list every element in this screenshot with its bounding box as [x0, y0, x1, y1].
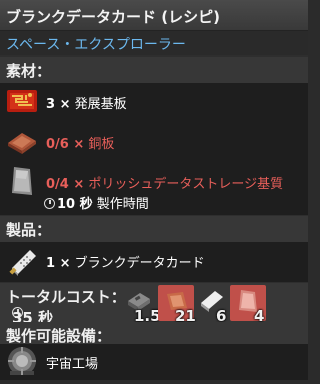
product-name: ブランクデータカード	[74, 256, 205, 271]
made-in-list: 宇宙工場	[0, 344, 308, 380]
ingredient-name: 発展基板	[74, 97, 127, 112]
copper-plate-icon	[8, 133, 36, 154]
cost-item: 21	[158, 285, 196, 325]
cost-item: 6	[194, 285, 230, 325]
ingredient-name: 銅板	[88, 137, 115, 152]
ingredient-name: ポリッシュデータストレージ基質	[88, 177, 284, 192]
ingredients-list: 3 × 発展基板 0/6 × 銅板 0/4 × ポリッシュデータストレージ基質 …	[0, 83, 308, 215]
cost-item: 4	[230, 285, 266, 325]
recipe-category: スペース・エクスプローラー	[6, 37, 186, 53]
ingredient-text: 0/6 × 銅板	[46, 133, 114, 152]
blank-data-card-icon	[9, 250, 36, 276]
machine-row: 宇宙工場	[0, 344, 308, 384]
advanced-circuit-icon	[7, 90, 37, 112]
title-bar: ブランクデータカード (レシピ)	[0, 0, 308, 31]
data-storage-substrate-icon	[12, 167, 32, 195]
crafting-time-label: 製作時間	[96, 197, 149, 212]
crafting-time-value: 10 秒	[57, 197, 93, 212]
product-row: 1 × ブランクデータカード	[0, 242, 308, 282]
total-cost-section: トータルコスト： 35 秒 1.5 21 6 4	[0, 283, 308, 327]
ingredient-qty: 0/6 ×	[46, 137, 85, 152]
ingredient-text: 0/4 × ポリッシュデータストレージ基質	[46, 173, 283, 192]
clock-icon	[44, 198, 55, 209]
category-bar: スペース・エクスプローラー	[0, 31, 308, 55]
crafting-time: 10 秒 製作時間	[44, 193, 149, 212]
machine-name: 宇宙工場	[46, 357, 99, 372]
ingredient-row: 3 × 発展基板	[0, 83, 308, 123]
ingredient-qty: 3 ×	[46, 97, 71, 112]
products-list: 1 × ブランクデータカード	[0, 242, 308, 282]
products-header: 製品：	[0, 216, 308, 242]
ingredient-row: 0/6 × 銅板	[0, 123, 308, 163]
total-cost-header: トータルコスト：	[6, 288, 126, 306]
ingredient-text: 3 × 発展基板	[46, 93, 127, 112]
space-factory-icon	[8, 347, 36, 375]
ingredient-qty: 0/4 ×	[46, 177, 85, 192]
recipe-title: ブランクデータカード (レシピ)	[6, 8, 220, 26]
products-header-label: 製品：	[6, 221, 52, 239]
cost-item: 1.5	[122, 285, 161, 325]
ingredients-header-label: 素材：	[6, 62, 52, 80]
ingredients-header: 素材：	[0, 57, 308, 83]
recipe-tooltip: ブランクデータカード (レシピ) スペース・エクスプローラー 素材： 3 × 発…	[0, 0, 308, 380]
product-qty: 1 ×	[46, 256, 71, 271]
product-text: 1 × ブランクデータカード	[46, 252, 205, 271]
